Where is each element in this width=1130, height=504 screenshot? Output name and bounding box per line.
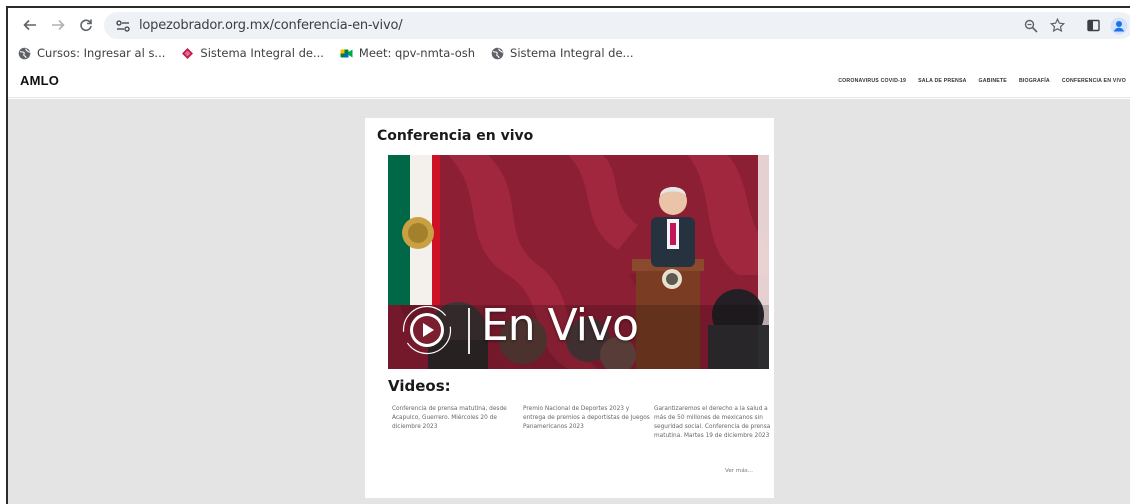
nav-biografia[interactable]: BIOGRAFÍA: [1019, 78, 1050, 84]
url-text[interactable]: lopezobrador.org.mx/conferencia-en-vivo/: [139, 18, 403, 33]
diamond-icon: [182, 47, 194, 59]
bookmark-label: Sistema Integral de...: [200, 46, 324, 60]
site-logo[interactable]: AMLO: [20, 73, 59, 88]
bookmarks-bar: Cursos: Ingresar al s... Sistema Integra…: [8, 42, 1130, 64]
video-link[interactable]: Garantizaremos el derecho a la salud a m…: [654, 405, 785, 441]
see-more-link[interactable]: Ver más...: [725, 468, 753, 474]
page-background: Conferencia en vivo En Vivo Videos: Conf…: [8, 99, 1130, 504]
bookmark-item[interactable]: Sistema Integral de...: [181, 46, 324, 60]
reload-icon: [80, 19, 92, 32]
side-panel-icon[interactable]: [1082, 15, 1104, 37]
site-header: AMLO CORONAVIRUS COVID-19 SALA DE PRENSA…: [8, 64, 1130, 98]
banner-divider: [468, 308, 470, 354]
live-stream-banner[interactable]: En Vivo: [388, 155, 769, 369]
page-title: Conferencia en vivo: [377, 128, 534, 144]
bookmark-star-icon[interactable]: [1046, 15, 1068, 37]
zoom-icon[interactable]: [1020, 15, 1042, 37]
content-card: Conferencia en vivo En Vivo Videos: Conf…: [365, 118, 774, 498]
globe-icon: [491, 47, 504, 59]
video-link[interactable]: Conferencia de prensa matutina, desde Ac…: [392, 405, 523, 441]
forward-button[interactable]: [46, 13, 70, 37]
video-list: Conferencia de prensa matutina, desde Ac…: [392, 405, 787, 441]
video-link[interactable]: Premio Nacional de Deportes 2023 y entre…: [523, 405, 654, 441]
bookmark-item[interactable]: Cursos: Ingresar al s...: [18, 46, 165, 60]
bookmark-item[interactable]: Meet: qpv-nmta-osh: [340, 46, 475, 60]
bookmark-label: Cursos: Ingresar al s...: [37, 46, 166, 60]
back-button[interactable]: [18, 13, 42, 37]
profile-avatar-icon[interactable]: [1108, 15, 1130, 37]
meet-icon: [340, 49, 353, 57]
nav-sala-de-prensa[interactable]: SALA DE PRENSA: [918, 78, 966, 84]
globe-icon: [18, 47, 31, 59]
site-info-icon[interactable]: [110, 16, 136, 36]
live-label: En Vivo: [481, 300, 639, 351]
nav-gabinete[interactable]: GABINETE: [979, 78, 1007, 84]
videos-heading: Videos:: [388, 377, 451, 395]
nav-coronavirus[interactable]: CORONAVIRUS COVID-19: [838, 78, 906, 84]
bookmark-item[interactable]: Sistema Integral de...: [491, 46, 634, 60]
address-bar[interactable]: lopezobrador.org.mx/conferencia-en-vivo/: [104, 12, 1130, 39]
play-icon[interactable]: [402, 305, 452, 355]
browser-window: lopezobrador.org.mx/conferencia-en-vivo/: [6, 6, 1130, 504]
bookmark-label: Sistema Integral de...: [510, 46, 634, 60]
browser-toolbar: lopezobrador.org.mx/conferencia-en-vivo/: [8, 8, 1130, 42]
reload-button[interactable]: [74, 13, 98, 37]
site-nav: CORONAVIRUS COVID-19 SALA DE PRENSA GABI…: [826, 78, 1130, 84]
bookmark-label: Meet: qpv-nmta-osh: [358, 46, 476, 60]
nav-conferencia-en-vivo[interactable]: CONFERENCIA EN VIVO: [1062, 78, 1126, 84]
forward-arrow-icon: [52, 19, 65, 31]
back-arrow-icon: [23, 19, 36, 31]
